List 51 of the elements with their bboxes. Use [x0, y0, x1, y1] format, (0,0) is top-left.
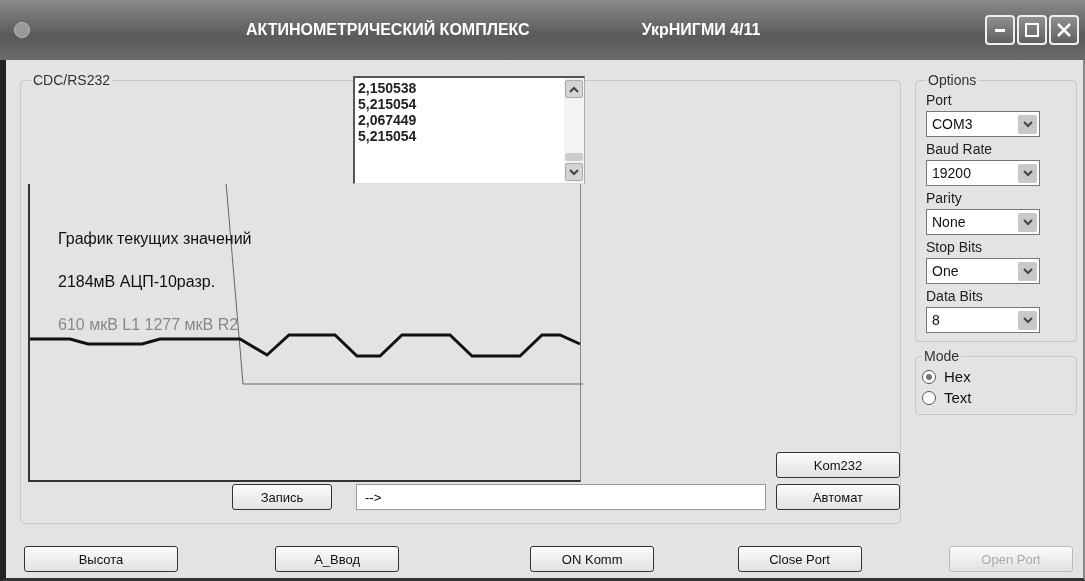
readings-list[interactable]: 2,150538 5,215054 2,067449 5,215054 [353, 76, 585, 184]
scroll-up-icon [569, 85, 579, 93]
option-label: Baud Rate [926, 141, 994, 157]
scroll-down-icon [1022, 120, 1033, 128]
option-label: Parity [926, 190, 963, 206]
scroll-down-icon [1022, 267, 1033, 275]
scroll-down-icon [1022, 316, 1033, 324]
channel-readings: 610 мкВ L1 1277 мкВ R2 [58, 316, 240, 334]
kom232-button[interactable]: Kom232 [776, 452, 900, 478]
option-label: Data Bits [926, 288, 984, 304]
option-dropdown[interactable]: 19200 [926, 160, 1040, 186]
scroll-thumb[interactable] [565, 153, 583, 161]
option-dropdown[interactable]: COM3 [926, 111, 1040, 137]
scroll-down-icon [1022, 218, 1033, 226]
group-legend: Options [926, 72, 979, 88]
window-title: АКТИНОМЕТРИЧЕСКИЙ КОМПЛЕКС [246, 21, 530, 39]
scroll-down-icon [569, 168, 579, 176]
graph-title: График текущих значений [58, 230, 253, 248]
option-dropdown[interactable]: None [926, 209, 1040, 235]
graph-scale: 2184мВ АЦП-10разр. [58, 273, 217, 291]
record-button[interactable]: Запись [232, 484, 332, 510]
mode-radio[interactable]: Hex [922, 368, 1068, 385]
action-button[interactable]: Высота [24, 546, 178, 572]
minimize-icon [995, 28, 1005, 32]
reading-line: 5,215054 [358, 96, 418, 112]
action-button[interactable]: А_Ввод [275, 546, 400, 572]
window-subtitle: УкрНИГМИ 4/11 [641, 21, 761, 39]
scroll-bar[interactable] [564, 78, 584, 183]
command-field[interactable]: --> [356, 484, 766, 510]
scroll-up-button[interactable] [565, 80, 583, 98]
maximize-icon [1025, 23, 1039, 37]
option-label: Stop Bits [926, 239, 984, 255]
reading-line: 2,150538 [358, 80, 418, 96]
app-icon [14, 22, 30, 38]
option-dropdown[interactable]: One [926, 258, 1040, 284]
close-button[interactable] [1049, 15, 1079, 45]
scroll-down-button[interactable] [565, 163, 583, 181]
option-dropdown[interactable]: 8 [926, 307, 1040, 333]
auto-button[interactable]: Автомат [776, 484, 900, 510]
close-icon [1057, 23, 1071, 37]
option-label: Port [926, 92, 953, 108]
maximize-button[interactable] [1017, 15, 1047, 45]
group-legend: CDC/RS232 [31, 72, 113, 88]
scroll-down-icon [1022, 169, 1033, 177]
action-button[interactable]: ON Komm [530, 546, 655, 572]
reading-line: 5,215054 [358, 128, 418, 144]
group-legend: Mode [922, 348, 962, 364]
reading-line: 2,067449 [358, 112, 418, 128]
mode-radio[interactable]: Text [922, 389, 1068, 406]
minimize-button[interactable] [985, 15, 1015, 45]
action-button[interactable]: Close Port [737, 546, 862, 572]
